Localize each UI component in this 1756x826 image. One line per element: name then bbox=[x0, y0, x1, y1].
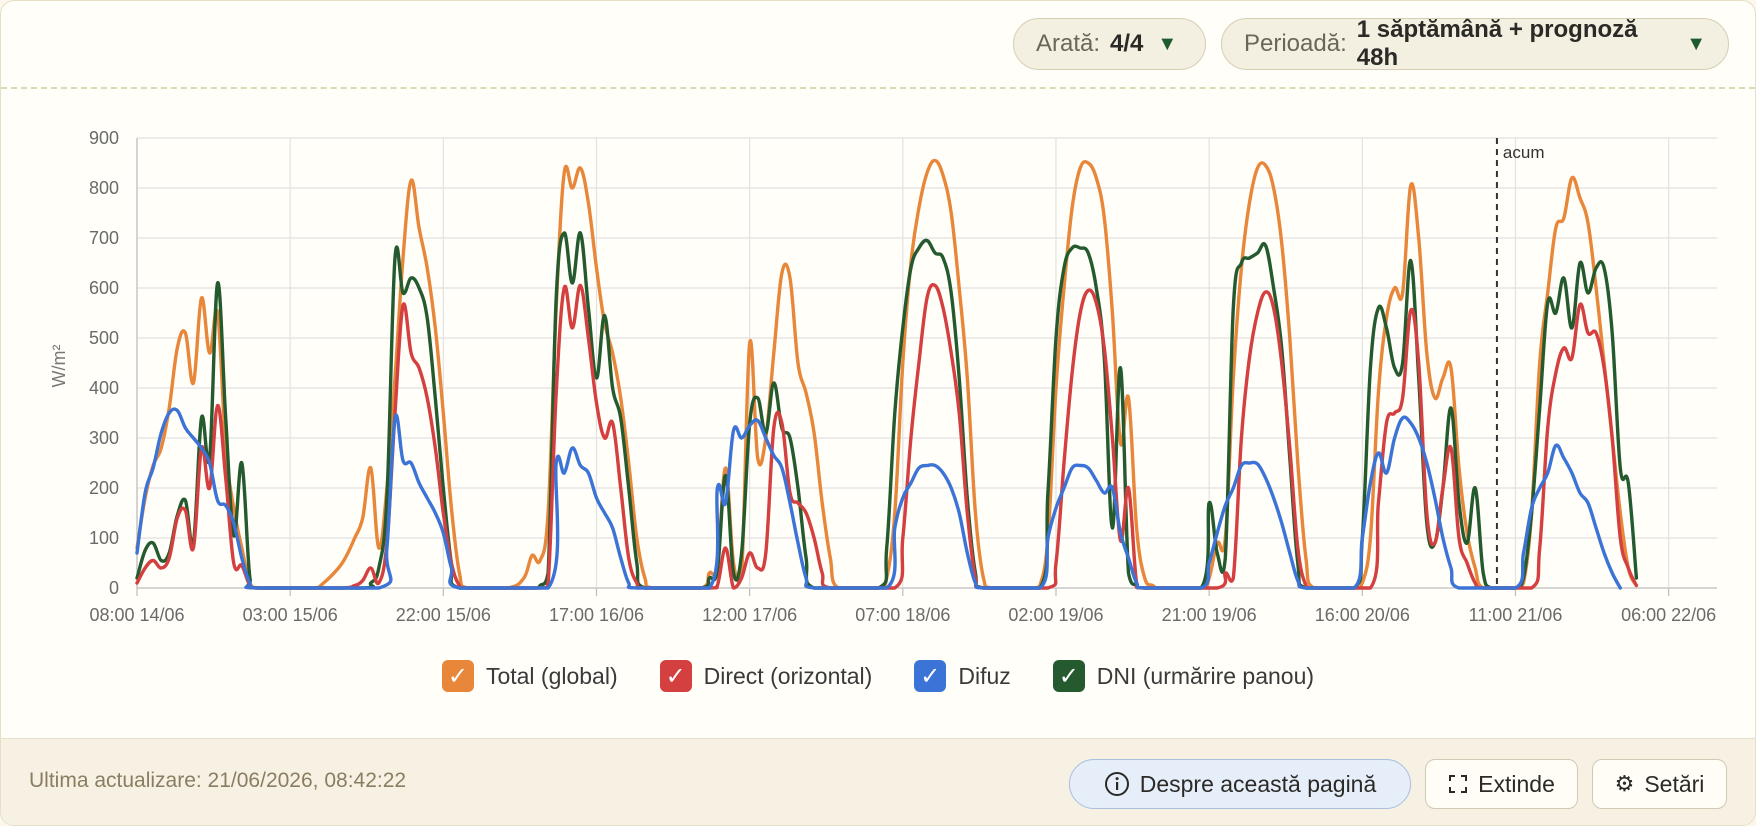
chevron-down-icon: ▼ bbox=[1686, 32, 1706, 55]
chart-card: Arată: 4/4 ▼ Perioadă: 1 săptămână + pro… bbox=[0, 0, 1756, 826]
legend-label: Total (global) bbox=[485, 662, 618, 689]
period-dropdown[interactable]: Perioadă: 1 săptămână + prognoză 48h ▼ bbox=[1221, 16, 1729, 71]
chevron-down-icon: ▼ bbox=[1157, 32, 1178, 55]
last-updated-text: Ultima actualizare: 21/06/2026, 08:42:22 bbox=[29, 769, 407, 792]
info-icon bbox=[1104, 771, 1130, 797]
gear-icon: ⚙ bbox=[1614, 771, 1635, 796]
x-tick-label: 16:00 20/06 bbox=[1315, 605, 1410, 625]
chart-series bbox=[135, 158, 1639, 590]
chart-legend: ✓ Total (global) ✓ Direct (orizontal) ✓ Difuz… bbox=[1, 656, 1755, 696]
now-marker-label: acum bbox=[1503, 143, 1545, 162]
x-tick-label: 07:00 18/06 bbox=[855, 605, 950, 625]
y-tick-label: 300 bbox=[89, 428, 119, 448]
x-tick-label: 08:00 14/06 bbox=[89, 605, 184, 625]
expand-label: Extinde bbox=[1478, 770, 1555, 797]
x-tick-label: 11:00 21/06 bbox=[1469, 605, 1563, 625]
expand-icon bbox=[1448, 774, 1468, 794]
settings-label: Setări bbox=[1644, 770, 1705, 797]
x-tick-label: 17:00 16/06 bbox=[549, 605, 644, 625]
checkbox-checked-icon[interactable]: ✓ bbox=[1052, 660, 1085, 692]
legend-item[interactable]: ✓ Direct (orizontal) bbox=[659, 660, 873, 692]
checkbox-checked-icon[interactable]: ✓ bbox=[441, 660, 474, 692]
legend-label: Direct (orizontal) bbox=[703, 662, 873, 689]
about-page-button[interactable]: Despre această pagină bbox=[1069, 759, 1411, 809]
y-tick-label: 800 bbox=[89, 178, 119, 198]
x-tick-label: 12:00 17/06 bbox=[702, 605, 797, 625]
x-tick-label: 06:00 22/06 bbox=[1621, 605, 1716, 625]
x-tick-label: 21:00 19/06 bbox=[1162, 605, 1257, 625]
y-tick-label: 900 bbox=[89, 128, 119, 148]
toolbar: Arată: 4/4 ▼ Perioadă: 1 săptămână + pro… bbox=[1, 1, 1755, 89]
checkbox-checked-icon[interactable]: ✓ bbox=[914, 660, 947, 692]
legend-item[interactable]: ✓ DNI (urmărire panou) bbox=[1052, 660, 1315, 692]
x-tick-label: 22:00 15/06 bbox=[396, 605, 491, 625]
show-value: 4/4 bbox=[1110, 30, 1144, 57]
settings-button[interactable]: ⚙ Setări bbox=[1592, 759, 1727, 809]
y-tick-label: 100 bbox=[89, 528, 119, 548]
show-series-dropdown[interactable]: Arată: 4/4 ▼ bbox=[1013, 18, 1206, 70]
y-tick-label: 200 bbox=[89, 478, 119, 498]
period-label: Perioadă: bbox=[1244, 30, 1347, 57]
period-value: 1 săptămână + prognoză 48h bbox=[1356, 16, 1638, 71]
y-tick-label: 700 bbox=[89, 228, 119, 248]
irradiance-line-chart: 0 100 200 300 400 500 600 700 800 900 08:00 14/06 0… bbox=[49, 128, 1717, 625]
footer: Ultima actualizare: 21/06/2026, 08:42:22… bbox=[1, 738, 1755, 825]
show-label: Arată: bbox=[1036, 30, 1101, 57]
y-tick-label: 400 bbox=[89, 378, 119, 398]
legend-label: Difuz bbox=[958, 662, 1011, 689]
legend-label: DNI (urmărire panou) bbox=[1096, 662, 1315, 689]
x-tick-label: 03:00 15/06 bbox=[243, 605, 338, 625]
y-tick-label: 0 bbox=[109, 578, 119, 598]
y-tick-label: 500 bbox=[89, 328, 119, 348]
about-label: Despre această pagină bbox=[1139, 770, 1377, 797]
series-line bbox=[135, 407, 1622, 590]
y-axis-label: W/m² bbox=[49, 345, 69, 388]
legend-item[interactable]: ✓ Total (global) bbox=[441, 660, 618, 692]
series-line bbox=[135, 231, 1639, 590]
series-line bbox=[135, 158, 1639, 590]
y-tick-label: 600 bbox=[89, 278, 119, 298]
checkbox-checked-icon[interactable]: ✓ bbox=[659, 660, 692, 692]
x-tick-label: 02:00 19/06 bbox=[1008, 605, 1103, 625]
legend-item[interactable]: ✓ Difuz bbox=[914, 660, 1011, 692]
now-marker: acum bbox=[1495, 138, 1545, 588]
expand-button[interactable]: Extinde bbox=[1425, 759, 1578, 809]
